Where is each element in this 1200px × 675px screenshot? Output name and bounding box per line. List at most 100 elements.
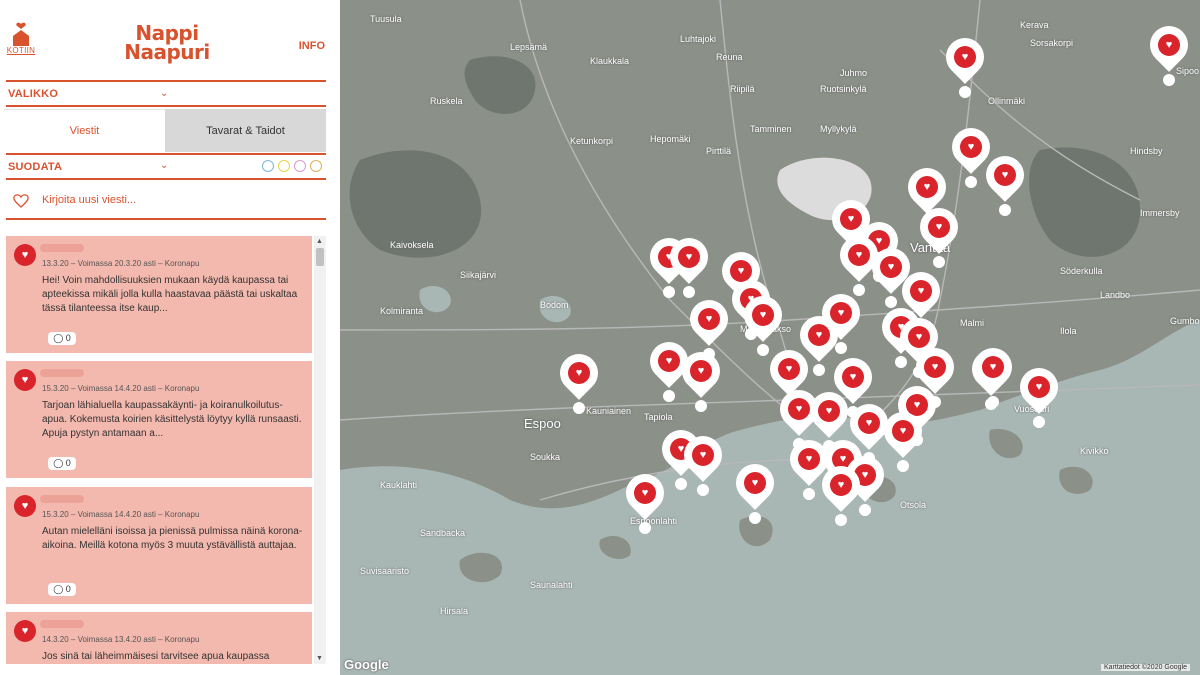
map-pin[interactable]: ♥	[552, 346, 606, 414]
map-place-label: Sandbacka	[420, 528, 466, 538]
message-card[interactable]: ♥ 14.3.20 – Voimassa 13.4.20 asti – Koro…	[6, 612, 312, 664]
message-text: Hei! Voin mahdollisuuksien mukaan käydä …	[42, 275, 298, 314]
comment-count-button[interactable]: ◯ 0	[48, 457, 76, 470]
heart-icon: ♥	[915, 330, 923, 343]
map-pin[interactable]: ♥	[966, 340, 1020, 408]
heart-icon: ♥	[923, 180, 931, 193]
tab-bar: Viestit Tavarat & Taidot	[4, 109, 326, 152]
new-message-label: Kirjoita uusi viesti...	[42, 194, 137, 206]
map-pin[interactable]: ♥	[978, 148, 1032, 216]
heart-icon: ♥	[913, 398, 921, 411]
comment-count: 0	[65, 458, 71, 468]
new-message-button[interactable]: Kirjoita uusi viesti...	[6, 182, 326, 220]
heart-icon: ♥	[837, 306, 845, 319]
blurred-username	[40, 369, 84, 377]
map-place-label: Myllykylä	[820, 124, 857, 134]
heart-icon: ♥	[21, 248, 29, 261]
tab-goods-skills[interactable]: Tavarat & Taidot	[165, 109, 326, 152]
map-place-label: Landbo	[1100, 290, 1131, 300]
filter-toggle[interactable]: SUODATA	[8, 161, 62, 173]
heart-icon: ♥	[861, 468, 869, 481]
heart-icon: ♥	[961, 50, 969, 63]
map-place-label: Otsola	[900, 500, 927, 510]
map-pin[interactable]: ♥	[728, 456, 782, 524]
comment-count-button[interactable]: ◯ 0	[48, 583, 76, 596]
map-pin[interactable]: ♥	[676, 428, 730, 496]
heart-icon: ♥	[697, 364, 705, 377]
map-place-label: Ruskela	[430, 96, 463, 106]
map-place-label: Tapiola	[644, 412, 673, 422]
map-pin[interactable]: ♥	[662, 230, 716, 298]
map-place-label: Kolmiranta	[380, 306, 424, 316]
scroll-up-arrow-icon[interactable]: ▲	[316, 238, 323, 245]
menu-chevron-down-icon[interactable]: ⌄	[160, 88, 168, 99]
comment-count-button[interactable]: ◯ 0	[48, 332, 76, 345]
google-logo: Google	[344, 657, 389, 672]
tab-messages[interactable]: Viestit	[4, 109, 165, 152]
map-place-label: Sorsakorpi	[1030, 38, 1074, 48]
map-place-label: Suvisaaristo	[360, 566, 410, 576]
map-pin[interactable]: ♥	[912, 200, 966, 268]
map-pin[interactable]: ♥	[736, 288, 790, 356]
filter-color-blue[interactable]	[262, 160, 274, 172]
heart-icon: ♥	[785, 362, 793, 375]
heart-icon: ♥	[847, 212, 855, 225]
scroll-down-arrow-icon[interactable]: ▼	[316, 655, 323, 662]
map-pin[interactable]: ♥	[944, 120, 998, 188]
message-text: Autan mielelläni isoissa ja pienissä pul…	[42, 526, 303, 551]
map-pin[interactable]: ♥	[876, 404, 930, 472]
map-pin[interactable]: ♥	[674, 344, 728, 412]
home-link[interactable]: KOTIIN	[6, 22, 36, 55]
heart-icon: ♥	[665, 354, 673, 367]
heart-icon: ♥	[887, 260, 895, 273]
city-label-espoo: Espoo	[524, 416, 561, 431]
message-card[interactable]: ♥ 15.3.20 – Voimassa 14.4.20 asti – Koro…	[6, 361, 312, 478]
heart-icon: ♥	[967, 140, 975, 153]
menu-toggle[interactable]: VALIKKO	[8, 88, 58, 100]
heart-icon: ♥	[931, 360, 939, 373]
map-place-label: Hirsala	[440, 606, 469, 616]
map-pin[interactable]: ♥	[814, 458, 868, 526]
heart-icon: ♥	[795, 402, 803, 415]
map-pin[interactable]: ♥	[1142, 18, 1196, 86]
message-feed: ♥ 13.3.20 – Voimassa 20.3.20 asti – Koro…	[0, 236, 326, 664]
logo-line-2: Naapuri	[124, 40, 210, 64]
info-link[interactable]: INFO	[299, 40, 325, 52]
map-place-label: Luhtajoki	[680, 34, 717, 44]
heart-icon: ♥	[685, 250, 693, 263]
message-card[interactable]: ♥ 13.3.20 – Voimassa 20.3.20 asti – Koro…	[6, 236, 312, 353]
map-pin[interactable]: ♥	[938, 30, 992, 98]
filter-color-pink[interactable]	[294, 160, 306, 172]
filter-color-gold[interactable]	[310, 160, 322, 172]
map-place-label: Tamminen	[750, 124, 792, 134]
scroll-thumb[interactable]	[316, 248, 324, 266]
map-pin[interactable]: ♥	[618, 466, 672, 534]
heart-icon: ♥	[1035, 380, 1043, 393]
message-meta: 13.3.20 – Voimassa 20.3.20 asti – Korona…	[42, 259, 200, 268]
map-place-label: Reuna	[716, 52, 743, 62]
filter-chevron-down-icon[interactable]: ⌄	[160, 160, 168, 171]
filter-color-yellow[interactable]	[278, 160, 290, 172]
comment-count: 0	[65, 333, 71, 343]
heart-icon: ♥	[751, 476, 759, 489]
avatar: ♥	[14, 620, 36, 642]
map-place-label: Kauklahti	[380, 480, 418, 490]
filter-color-options	[262, 160, 322, 172]
map-place-label: Ilola	[1060, 326, 1077, 336]
heart-icon: ♥	[759, 308, 767, 321]
message-card[interactable]: ♥ 15.3.20 – Voimassa 14.4.20 asti – Koro…	[6, 487, 312, 604]
home-label: KOTIIN	[6, 46, 36, 55]
map-place-label: Riipilä	[730, 84, 755, 94]
heart-icon: ♥	[855, 248, 863, 261]
divider	[6, 178, 326, 180]
map-pin[interactable]: ♥	[682, 292, 736, 360]
map-pin[interactable]: ♥	[1012, 360, 1066, 428]
feed-scrollbar[interactable]: ▲ ▼	[314, 236, 326, 664]
map-place-label: Soukka	[530, 452, 561, 462]
map-attribution[interactable]: Karttatiedot ©2020 Google	[1101, 664, 1190, 671]
heart-icon: ♥	[837, 478, 845, 491]
map-place-label: Lepsämä	[510, 42, 548, 52]
header: KOTIIN Nappi Naapuri INFO	[0, 0, 340, 78]
map-view[interactable]: Tuusula Kerava Lepsämä Luhtajoki Reuna K…	[340, 0, 1200, 675]
heart-icon: ♥	[1165, 38, 1173, 51]
